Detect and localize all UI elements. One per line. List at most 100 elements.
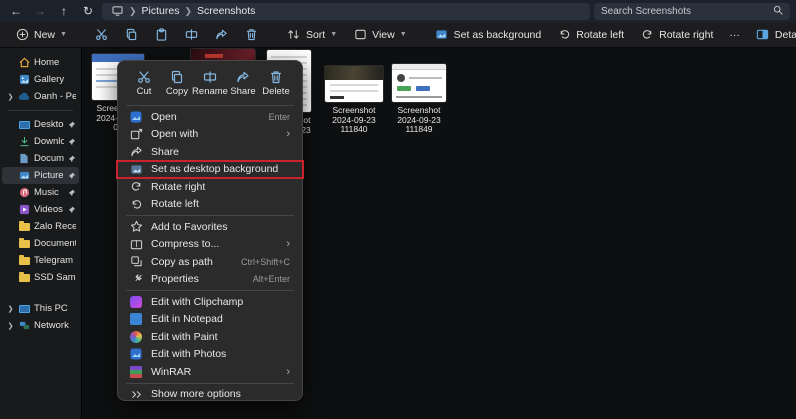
breadcrumb-item-pictures[interactable]: Pictures [142,5,180,17]
submenu-arrow: › [286,128,290,141]
breadcrumb-item-screenshots[interactable]: Screenshots [197,5,255,17]
chevron-down-icon: ▼ [60,31,67,38]
pin-icon [68,121,76,128]
pin-icon [68,138,76,145]
cut-icon [137,69,152,84]
sidebar-item-documents[interactable]: Documents [2,150,79,167]
menu-divider [126,382,294,384]
breadcrumb[interactable]: ❯ Pictures ❯ Screenshots [102,2,590,20]
menu-item-show-more-options[interactable]: Show more options [122,386,298,404]
wallpaper-icon [435,28,449,42]
sort-label: Sort [305,28,326,41]
rotate-right-button[interactable]: Rotate right [633,25,720,45]
forward-button[interactable]: → [30,2,50,20]
sidebar-item-label: Home [34,57,60,68]
sidebar-item-ssd-samsung[interactable]: SSD SamSung [2,269,79,286]
chevron-right-icon: ❯ [7,93,14,101]
sidebar-item-videos[interactable]: Videos [2,201,79,218]
set-as-background-label: Set as background [453,28,542,41]
delete-menu-button[interactable]: Delete [260,67,292,99]
sidebar-item-onedrive[interactable]: ❯ Oanh - Personal [2,88,79,105]
sort-button[interactable]: Sort ▼ [280,25,344,45]
details-pane-button[interactable]: Details [749,25,796,45]
menu-item-properties[interactable]: Properties Alt+Enter [122,271,298,289]
file-list-area[interactable]: Screenshot2024-09-2309 Screenshot2024-09… [82,48,796,419]
file-thumbnail [325,66,383,102]
sidebar-item-pictures[interactable]: Pictures [2,167,79,184]
file-item[interactable]: Screenshot 2024-09-23 111840 [323,66,385,135]
sidebar-item-label: This PC [34,303,68,314]
chevron-right-icon: ❯ [7,305,14,313]
folder-icon [18,271,30,284]
menu-divider [126,290,294,291]
menu-item-edit-with-paint[interactable]: Edit with Paint [122,328,298,346]
sidebar-item-home[interactable]: Home [2,54,79,71]
music-icon [18,187,30,199]
menu-item-rotate-right[interactable]: Rotate right [122,178,298,196]
set-as-background-button[interactable]: Set as background [428,25,549,45]
quick-action-label: Share [230,86,256,97]
up-button[interactable]: ↑ [54,2,74,20]
desktop-icon [18,119,30,131]
view-button[interactable]: View ▼ [346,25,414,45]
rotate-left-button[interactable]: Rotate left [550,25,631,45]
new-button[interactable]: New ▼ [8,25,74,45]
sidebar-item-gallery[interactable]: Gallery [2,71,79,88]
cut-button[interactable] [88,25,116,45]
chevron-right-icon: ❯ [184,5,193,16]
sidebar-item-desktop[interactable]: Desktop [2,116,79,133]
search-icon [773,2,783,20]
sidebar-item-label: Telegram Desktop [34,255,76,266]
sidebar-item-music[interactable]: Music [2,184,79,201]
gallery-icon [18,74,30,86]
share-button[interactable] [208,25,236,45]
menu-item-edit-with-clipchamp[interactable]: Edit with Clipchamp [122,293,298,311]
trash-icon [269,69,284,84]
sidebar-item-label: Pictures [34,170,64,181]
open-with-icon [129,127,143,141]
document-icon [18,153,30,165]
search-box[interactable] [594,2,790,20]
rotate-right-label: Rotate right [659,28,714,41]
menu-item-open-with[interactable]: Open with › [122,126,298,144]
paste-button[interactable] [148,25,176,45]
copy-menu-button[interactable]: Copy [161,67,193,99]
menu-item-share[interactable]: Share [122,143,298,161]
back-button[interactable]: ← [6,2,26,20]
menu-item-open[interactable]: Open Enter [122,108,298,126]
menu-item-compress-to[interactable]: Compress to... › [122,236,298,254]
delete-button[interactable] [238,25,266,45]
sidebar-item-network[interactable]: ❯ Network [2,317,79,334]
menu-item-copy-as-path[interactable]: Copy as path Ctrl+Shift+C [122,253,298,271]
menu-item-edit-in-notepad[interactable]: Edit in Notepad [122,311,298,329]
refresh-button[interactable]: ↻ [78,2,98,20]
star-icon [129,220,143,234]
copy-button[interactable] [118,25,146,45]
sidebar-item-telegram-desktop[interactable]: Telegram Desktop [2,252,79,269]
sidebar-item-this-pc[interactable]: ❯ This PC [2,300,79,317]
file-name: Screenshot 2024-09-23 111849 [397,105,441,134]
menu-item-set-as-desktop-background[interactable]: Set as desktop background [116,159,304,179]
menu-item-add-to-favorites[interactable]: Add to Favorites [122,218,298,236]
pictures-icon [18,170,30,182]
menu-item-edit-with-photos[interactable]: Edit with Photos [122,346,298,364]
search-input[interactable] [601,5,773,17]
titlebar: ← → ↑ ↻ ❯ Pictures ❯ Screenshots [0,0,796,22]
menu-item-rotate-left[interactable]: Rotate left [122,196,298,214]
compress-icon [129,237,143,251]
rotate-left-icon [557,28,571,42]
rename-menu-button[interactable]: Rename [192,67,228,99]
sidebar-item-downloads[interactable]: Downloads [2,133,79,150]
menu-item-winrar[interactable]: WinRAR › [122,363,298,381]
cut-menu-button[interactable]: Cut [128,67,160,99]
file-item[interactable]: Screenshot 2024-09-23 111849 [388,64,450,135]
sidebar-item-zalo-received-files[interactable]: Zalo Received Files [2,218,79,235]
monitor-icon [110,4,124,18]
rename-button[interactable] [178,25,206,45]
menu-divider [126,215,294,216]
sidebar-item-label: Oanh - Personal [34,91,76,102]
sidebar-item-documents-folder[interactable]: Documents [2,235,79,252]
context-menu: Cut Copy Rename Share Delete Open Enter … [116,60,304,404]
more-options-button[interactable]: ··· [722,26,747,44]
share-menu-button[interactable]: Share [227,67,259,99]
